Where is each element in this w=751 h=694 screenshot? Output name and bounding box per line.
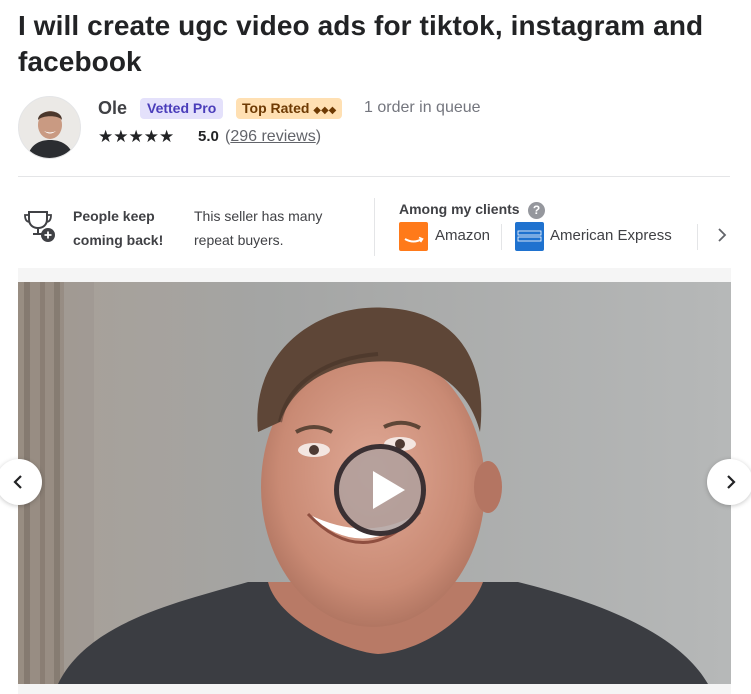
chevron-left-icon [13,475,22,489]
amazon-logo [399,222,428,251]
gallery-next-button[interactable] [707,459,751,505]
rating-value: 5.0 [198,128,219,145]
play-icon [373,471,405,509]
section-divider [374,198,375,256]
repeat-buyers-description: This seller has many repeat buyers. [194,208,323,248]
divider [18,176,730,177]
help-icon[interactable]: ? [528,202,545,219]
orders-in-queue: 1 order in queue [364,99,481,116]
seller-overview: Ole Vetted Pro Top Rated ◆◆◆ 1 order in … [18,96,738,160]
trophy-icon [24,211,55,242]
amex-logo [515,222,544,251]
chevron-right-icon [727,475,736,489]
vetted-pro-badge[interactable]: Vetted Pro [140,98,224,119]
reviews-count[interactable]: 296 reviews [230,128,315,145]
seller-name[interactable]: Ole [98,98,127,119]
client-name-amazon: Amazon [435,227,491,244]
seller-avatar[interactable] [18,96,81,159]
star-rating-icon: ★★★★★ [98,127,175,146]
top-rated-label: Top Rated [242,100,310,116]
top-rated-badge[interactable]: Top Rated ◆◆◆ [236,98,343,119]
clients-title: Among my clients [399,201,520,217]
avatar-photo [19,97,80,158]
chevron-right-icon[interactable] [712,226,732,248]
diamond-icon: ◆◆◆ [313,105,337,116]
client-name-american-express: American Express [550,227,672,244]
reviews-paren-close: ) [315,128,322,145]
client-separator [697,224,698,250]
reviews-link[interactable]: (296 reviews) [225,128,321,146]
repeat-buyers-title: People keep coming back! [73,208,164,248]
client-separator [501,224,502,250]
play-video-button[interactable] [334,444,426,536]
gig-title: I will create ugc video ads for tiktok, … [18,10,704,77]
